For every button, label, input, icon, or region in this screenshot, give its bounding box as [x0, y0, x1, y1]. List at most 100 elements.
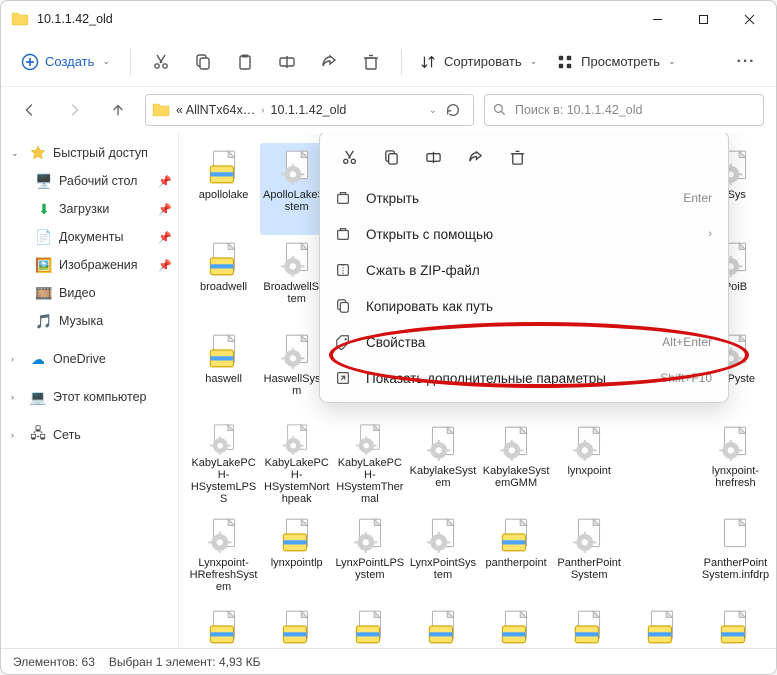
maximize-button[interactable] — [680, 1, 726, 37]
file-item[interactable]: haswell — [187, 327, 260, 419]
file-item[interactable] — [260, 603, 333, 648]
address-bar[interactable]: « AllNTx64x… › 10.1.1.42_old ⌄ — [145, 94, 474, 126]
view-icon — [557, 54, 573, 70]
close-button[interactable] — [726, 1, 772, 37]
file-item[interactable] — [699, 603, 772, 648]
onedrive-icon: ☁ — [29, 350, 47, 368]
desktop-icon: 🖥️ — [35, 172, 53, 190]
cut-button[interactable] — [141, 42, 181, 82]
file-item[interactable]: lynxpoint — [553, 419, 626, 511]
context-zip[interactable]: Сжать в ZIP-файл — [320, 252, 728, 288]
file-item[interactable]: LynxPointSystem — [406, 511, 479, 603]
sidebar-downloads[interactable]: ⬇Загрузки📌 — [1, 195, 178, 223]
sidebar-desktop[interactable]: 🖥️Рабочий стол📌 — [1, 167, 178, 195]
breadcrumb-leaf[interactable]: 10.1.1.42_old — [271, 103, 347, 117]
search-input[interactable]: Поиск в: 10.1.1.42_old — [484, 94, 764, 126]
more-button[interactable]: ··· — [726, 42, 766, 82]
pin-icon: 📌 — [158, 203, 172, 216]
context-properties[interactable]: Свойства Alt+Enter — [320, 324, 728, 360]
context-share-button[interactable] — [456, 140, 494, 174]
chevron-down-icon[interactable]: ⌄ — [429, 105, 437, 116]
file-item[interactable]: KabyLakePCH-HSystemLPSS — [187, 419, 260, 511]
context-copy-path[interactable]: Копировать как путь — [320, 288, 728, 324]
back-button[interactable] — [13, 93, 47, 127]
minimize-button[interactable] — [634, 1, 680, 37]
file-item[interactable]: broadwell — [187, 235, 260, 327]
file-item[interactable] — [553, 603, 626, 648]
file-item[interactable]: PantherPointSystem.infdrp — [699, 511, 772, 603]
file-item[interactable]: lynxpointlp — [260, 511, 333, 603]
rename-button[interactable] — [267, 42, 307, 82]
file-icon — [277, 331, 317, 371]
open-icon — [334, 189, 352, 207]
sort-button[interactable]: Сортировать ⌄ — [412, 48, 545, 76]
file-item[interactable]: KabyLakePCH-HSystemNorthpeak — [260, 419, 333, 511]
file-item[interactable]: KabylakeSystem — [406, 419, 479, 511]
sidebar-label: Документы — [59, 230, 123, 244]
file-item[interactable] — [187, 603, 260, 648]
file-item[interactable] — [480, 603, 553, 648]
properties-icon — [334, 333, 352, 351]
up-button[interactable] — [101, 93, 135, 127]
sidebar-network[interactable]: ›🖧Сеть — [1, 421, 178, 449]
file-icon — [569, 423, 609, 463]
chevron-down-icon: ⌄ — [668, 56, 676, 67]
file-item[interactable]: lynxpoint-hrefresh — [699, 419, 772, 511]
file-item[interactable]: PantherPointSystem — [553, 511, 626, 603]
sidebar-music[interactable]: 🎵Музыка — [1, 307, 178, 335]
file-item[interactable] — [626, 603, 699, 648]
file-item[interactable]: LynxPointLPSystem — [333, 511, 406, 603]
context-open-with[interactable]: Открыть с помощью › — [320, 216, 728, 252]
file-item[interactable]: apollolake — [187, 143, 260, 235]
delete-button[interactable] — [351, 42, 391, 82]
sidebar-onedrive[interactable]: ›☁OneDrive — [1, 345, 178, 373]
arrow-left-icon — [22, 102, 38, 118]
forward-button[interactable] — [57, 93, 91, 127]
file-icon — [642, 607, 682, 647]
context-open[interactable]: Открыть Enter — [320, 180, 728, 216]
file-label: pantherpoint — [485, 557, 546, 569]
file-item[interactable]: KabylakeSystemGMM — [480, 419, 553, 511]
file-label: lynxpoint — [567, 465, 610, 477]
view-button[interactable]: Просмотреть ⌄ — [549, 48, 683, 76]
file-icon — [277, 147, 317, 187]
context-rename-button[interactable] — [414, 140, 452, 174]
sidebar-videos[interactable]: 🎞️Видео — [1, 279, 178, 307]
file-item[interactable]: Lynxpoint-HRefreshSystem — [187, 511, 260, 603]
file-icon — [423, 607, 463, 647]
file-item[interactable]: pantherpoint — [480, 511, 553, 603]
file-item[interactable]: KabyLakePCH-HSystemThermal — [333, 419, 406, 511]
chevron-right-icon: › — [708, 228, 712, 240]
refresh-icon — [445, 102, 461, 118]
file-item[interactable] — [406, 603, 479, 648]
context-delete-button[interactable] — [498, 140, 536, 174]
breadcrumb-root[interactable]: « AllNTx64x… — [176, 103, 255, 117]
pin-icon: 📌 — [158, 175, 172, 188]
sidebar-documents[interactable]: 📄Документы📌 — [1, 223, 178, 251]
file-label: haswell — [205, 373, 242, 385]
pin-icon: 📌 — [158, 231, 172, 244]
file-item[interactable] — [333, 603, 406, 648]
file-icon — [204, 239, 244, 279]
refresh-button[interactable] — [439, 96, 467, 124]
paste-button[interactable] — [225, 42, 265, 82]
body: ⌄ Быстрый доступ 🖥️Рабочий стол📌 ⬇Загруз… — [1, 133, 776, 648]
sidebar-label: Загрузки — [59, 202, 109, 216]
create-button[interactable]: Создать ⌄ — [11, 47, 120, 77]
sidebar-quick-access[interactable]: ⌄ Быстрый доступ — [1, 139, 178, 167]
star-icon — [29, 144, 47, 162]
context-more-options[interactable]: Показать дополнительные параметры Shift+… — [320, 360, 728, 396]
sidebar-pictures[interactable]: 🖼️Изображения📌 — [1, 251, 178, 279]
file-icon — [277, 239, 317, 279]
file-icon — [715, 423, 755, 463]
copy-button[interactable] — [183, 42, 223, 82]
delete-icon — [362, 53, 380, 71]
context-cut-button[interactable] — [330, 140, 368, 174]
videos-icon: 🎞️ — [35, 284, 53, 302]
sidebar-thispc[interactable]: ›💻Этот компьютер — [1, 383, 178, 411]
share-button[interactable] — [309, 42, 349, 82]
file-icon — [277, 423, 317, 455]
view-label: Просмотреть — [581, 54, 660, 69]
context-copy-button[interactable] — [372, 140, 410, 174]
file-grid[interactable]: apollolakeApolloLakeSystemlSysbroadwellB… — [179, 133, 776, 648]
